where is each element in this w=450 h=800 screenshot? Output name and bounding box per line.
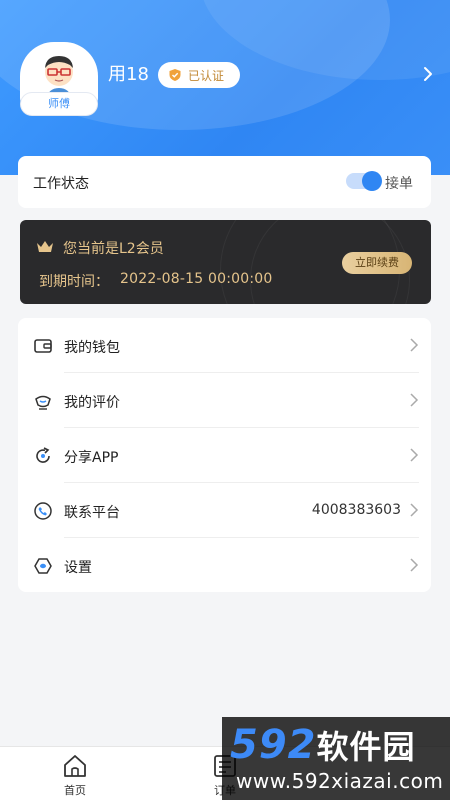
watermark-brand-cn: 软件园 — [316, 728, 416, 766]
watermark-brand: 592软件园 — [230, 723, 416, 769]
watermark-number: 592 — [230, 722, 317, 768]
share-icon — [36, 447, 50, 463]
wallet-icon — [34, 339, 52, 353]
member-level-text: 您当前是L2会员 — [63, 241, 164, 257]
work-status-label: 工作状态 — [33, 176, 89, 192]
menu-item-label: 联系平台 — [64, 505, 120, 521]
phone-icon — [34, 502, 52, 520]
chevron-right-icon — [410, 393, 419, 407]
menu-item-wallet[interactable]: 我的钱包 — [18, 318, 431, 373]
menu-item-label: 设置 — [64, 560, 92, 576]
watermark-url: www.592xiazai.com — [236, 769, 444, 793]
home-icon — [64, 755, 86, 777]
renew-button[interactable]: 立即续费 — [342, 252, 412, 274]
chevron-right-icon[interactable] — [421, 66, 435, 82]
avatar-container[interactable]: 师傅 — [20, 42, 98, 116]
work-status-toggle[interactable] — [346, 171, 382, 191]
verified-badge: 已认证 — [158, 62, 240, 88]
nav-home-label: 首页 — [64, 784, 86, 797]
user-name: 用18 — [108, 64, 149, 85]
menu-item-reviews[interactable]: 我的评价 — [18, 373, 431, 428]
watermark: 592软件园 www.592xiazai.com — [222, 717, 450, 800]
role-badge: 师傅 — [20, 92, 98, 116]
settings-icon — [34, 558, 52, 574]
menu-item-label: 我的评价 — [64, 395, 120, 411]
verified-label: 已认证 — [188, 68, 225, 83]
toggle-label: 接单 — [385, 176, 413, 192]
menu-list: 我的钱包 我的评价 分享APP 联系平台 4008383603 设置 — [18, 318, 431, 592]
toggle-knob — [362, 171, 382, 191]
work-status-card: 工作状态 接单 — [18, 156, 431, 208]
expire-date: 2022-08-15 00:00:00 — [120, 271, 273, 287]
chevron-right-icon — [410, 558, 419, 572]
chevron-right-icon — [410, 503, 419, 517]
review-icon — [35, 395, 51, 410]
shield-check-icon — [169, 69, 181, 81]
menu-item-contact[interactable]: 联系平台 4008383603 — [18, 483, 431, 538]
menu-item-settings[interactable]: 设置 — [18, 538, 431, 593]
menu-item-label: 分享APP — [64, 450, 119, 466]
expire-label: 到期时间： — [39, 274, 109, 290]
nav-home[interactable]: 首页 — [45, 753, 105, 797]
chevron-right-icon — [410, 338, 419, 352]
membership-card: 您当前是L2会员 到期时间： 2022-08-15 00:00:00 立即续费 — [20, 220, 431, 304]
crown-icon — [37, 241, 53, 252]
menu-item-label: 我的钱包 — [64, 340, 120, 356]
menu-item-share[interactable]: 分享APP — [18, 428, 431, 483]
contact-phone-number: 4008383603 — [311, 502, 401, 518]
chevron-right-icon — [410, 448, 419, 462]
